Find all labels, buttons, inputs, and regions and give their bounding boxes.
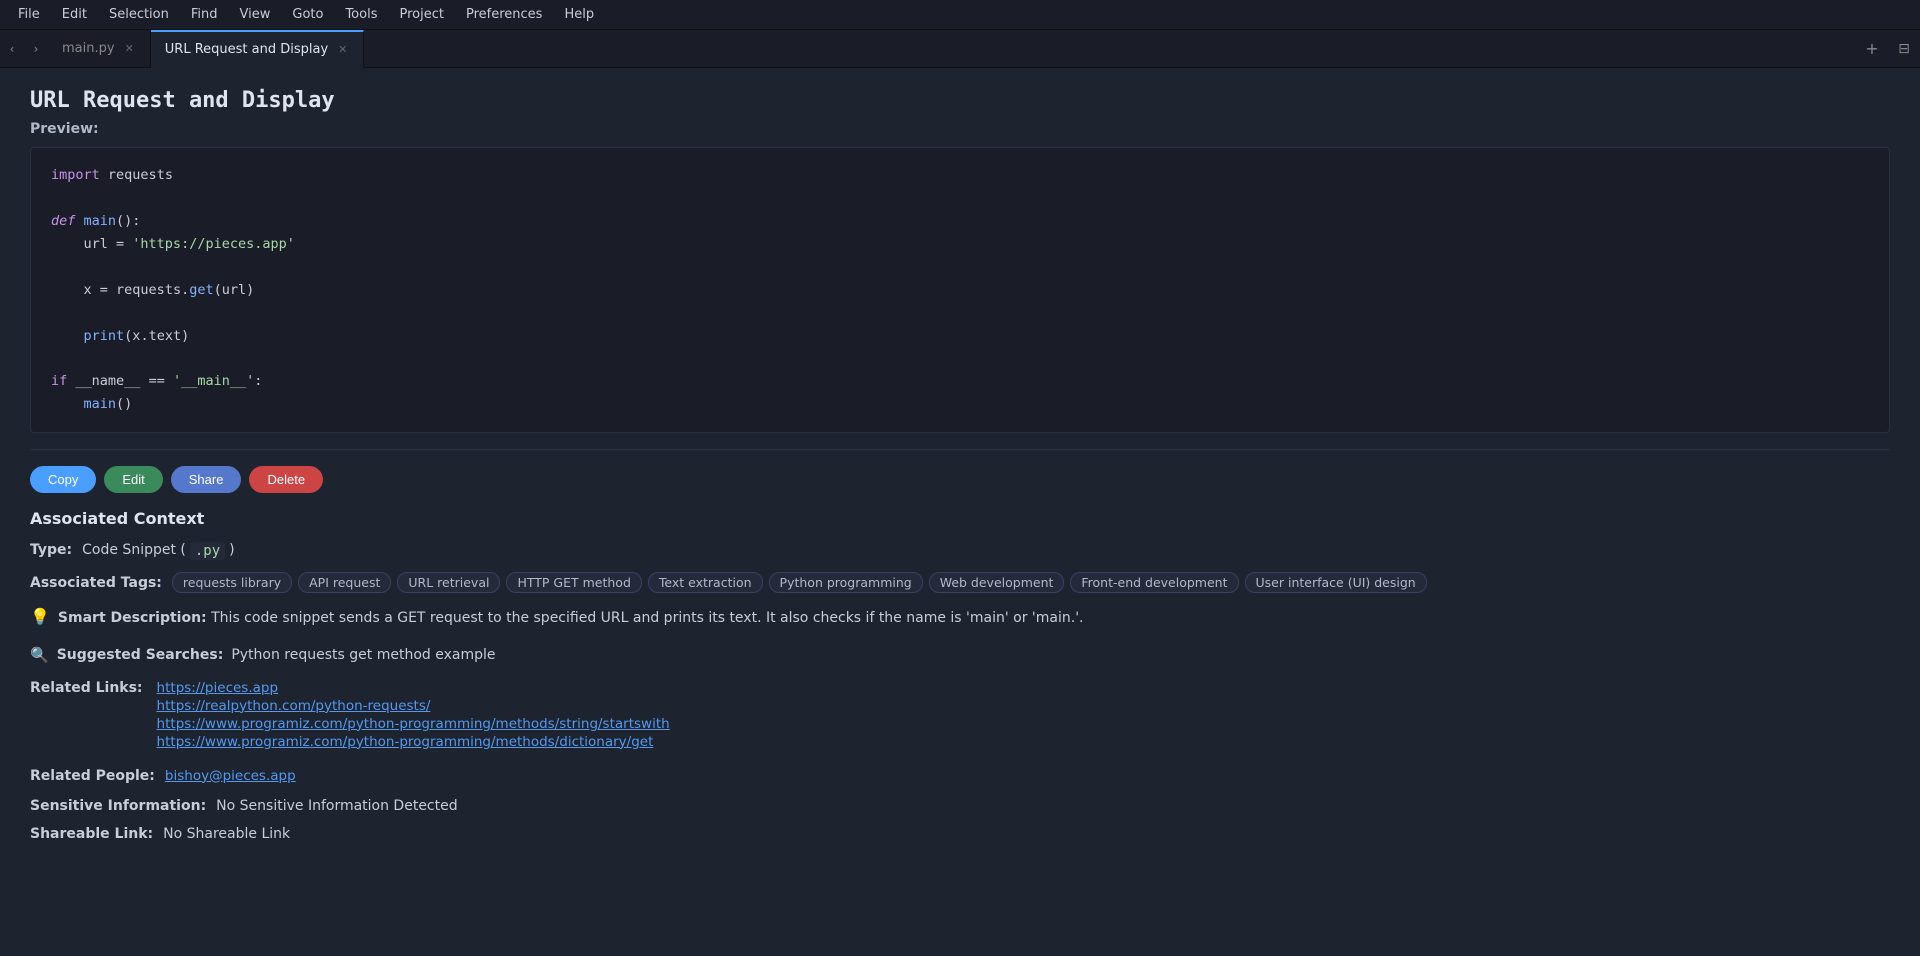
tag-item: Text extraction (648, 572, 763, 593)
tag-item: Web development (929, 572, 1065, 593)
menu-tools[interactable]: Tools (335, 3, 387, 26)
sensitive-label: Sensitive Information: (30, 798, 206, 814)
tags-label: Associated Tags: (30, 575, 162, 591)
menu-preferences[interactable]: Preferences (456, 3, 552, 26)
tab-main-py[interactable]: main.py ✕ (48, 30, 151, 68)
shareable-value: No Shareable Link (163, 826, 290, 842)
tag-item: HTTP GET method (506, 572, 641, 593)
link-item[interactable]: https://realpython.com/python-requests/ (157, 698, 670, 714)
tags-row: Associated Tags: requests library API req… (30, 572, 1890, 593)
tag-item: requests library (172, 572, 292, 593)
menu-goto[interactable]: Goto (282, 3, 333, 26)
tab-nav-next[interactable]: › (24, 30, 48, 68)
menu-file[interactable]: File (8, 3, 50, 26)
related-links-section: Related Links: https://pieces.apphttps:/… (30, 680, 1890, 752)
delete-button[interactable]: Delete (249, 466, 323, 493)
suggested-searches: 🔍 Suggested Searches: Python requests ge… (30, 646, 1890, 664)
tab-split-button[interactable]: ⊟ (1888, 30, 1920, 68)
type-row: Type: Code Snippet ( .py ) (30, 542, 1890, 560)
link-item[interactable]: https://www.programiz.com/python-program… (157, 716, 670, 732)
preview-label: Preview: (30, 121, 1890, 137)
edit-button[interactable]: Edit (104, 466, 162, 493)
type-value: Code Snippet ( (82, 542, 186, 558)
associated-context-title: Associated Context (30, 509, 1890, 528)
shareable-label: Shareable Link: (30, 826, 153, 842)
menu-help[interactable]: Help (554, 3, 604, 26)
share-button[interactable]: Share (171, 466, 242, 493)
link-item[interactable]: https://www.programiz.com/python-program… (157, 734, 670, 750)
menu-project[interactable]: Project (389, 3, 453, 26)
related-people-label: Related People: (30, 768, 155, 784)
tab-main-py-close[interactable]: ✕ (123, 40, 136, 57)
menu-selection[interactable]: Selection (99, 3, 179, 26)
suggested-text: Python requests get method example (231, 647, 495, 663)
type-close: ) (229, 542, 234, 558)
related-people-value[interactable]: bishoy@pieces.app (165, 768, 296, 784)
smart-desc-text: Smart Description: This code snippet sen… (58, 607, 1084, 629)
tab-url-request-label: URL Request and Display (165, 42, 328, 57)
menu-find[interactable]: Find (181, 3, 228, 26)
search-icon: 🔍 (30, 646, 49, 664)
type-label: Type: (30, 542, 72, 558)
tag-item: API request (298, 572, 391, 593)
action-buttons: Copy Edit Share Delete (30, 466, 1890, 493)
links-container: https://pieces.app https://realpython.com… (157, 680, 670, 752)
menu-edit[interactable]: Edit (52, 3, 97, 26)
tab-nav-prev[interactable]: ‹ (0, 30, 24, 68)
sensitive-info-row: Sensitive Information: No Sensitive Info… (30, 798, 1890, 814)
related-links-label: Related Links: (30, 680, 143, 696)
tag-item: URL retrieval (397, 572, 500, 593)
menu-view[interactable]: View (230, 3, 281, 26)
divider-1 (30, 449, 1890, 450)
tag-item: Python programming (769, 572, 923, 593)
code-preview: import requests def main(): url = 'https… (30, 147, 1890, 433)
menu-bar: File Edit Selection Find View Goto Tools… (0, 0, 1920, 30)
type-ext: .py (190, 542, 225, 560)
copy-button[interactable]: Copy (30, 466, 96, 493)
tab-url-request[interactable]: URL Request and Display ✕ (151, 30, 365, 68)
sensitive-value: No Sensitive Information Detected (216, 798, 457, 814)
tab-bar: ‹ › main.py ✕ URL Request and Display ✕ … (0, 30, 1920, 68)
tags-container: requests library API request URL retrieval… (172, 572, 1427, 593)
main-content: URL Request and Display Preview: import … (0, 68, 1920, 956)
tag-item: User interface (UI) design (1245, 572, 1427, 593)
smart-desc-icon: 💡 (30, 607, 50, 626)
page-title: URL Request and Display (30, 88, 1890, 113)
suggested-label: Suggested Searches: (57, 647, 224, 663)
related-people-row: Related People: bishoy@pieces.app (30, 768, 1890, 786)
tag-item: Front-end development (1070, 572, 1238, 593)
tab-new-button[interactable]: + (1856, 30, 1888, 68)
tab-url-request-close[interactable]: ✕ (336, 41, 349, 58)
link-item[interactable]: https://pieces.app (157, 680, 670, 696)
smart-description: 💡 Smart Description: This code snippet s… (30, 607, 1890, 629)
tab-main-py-label: main.py (62, 41, 115, 56)
shareable-link-row: Shareable Link: No Shareable Link (30, 826, 1890, 842)
